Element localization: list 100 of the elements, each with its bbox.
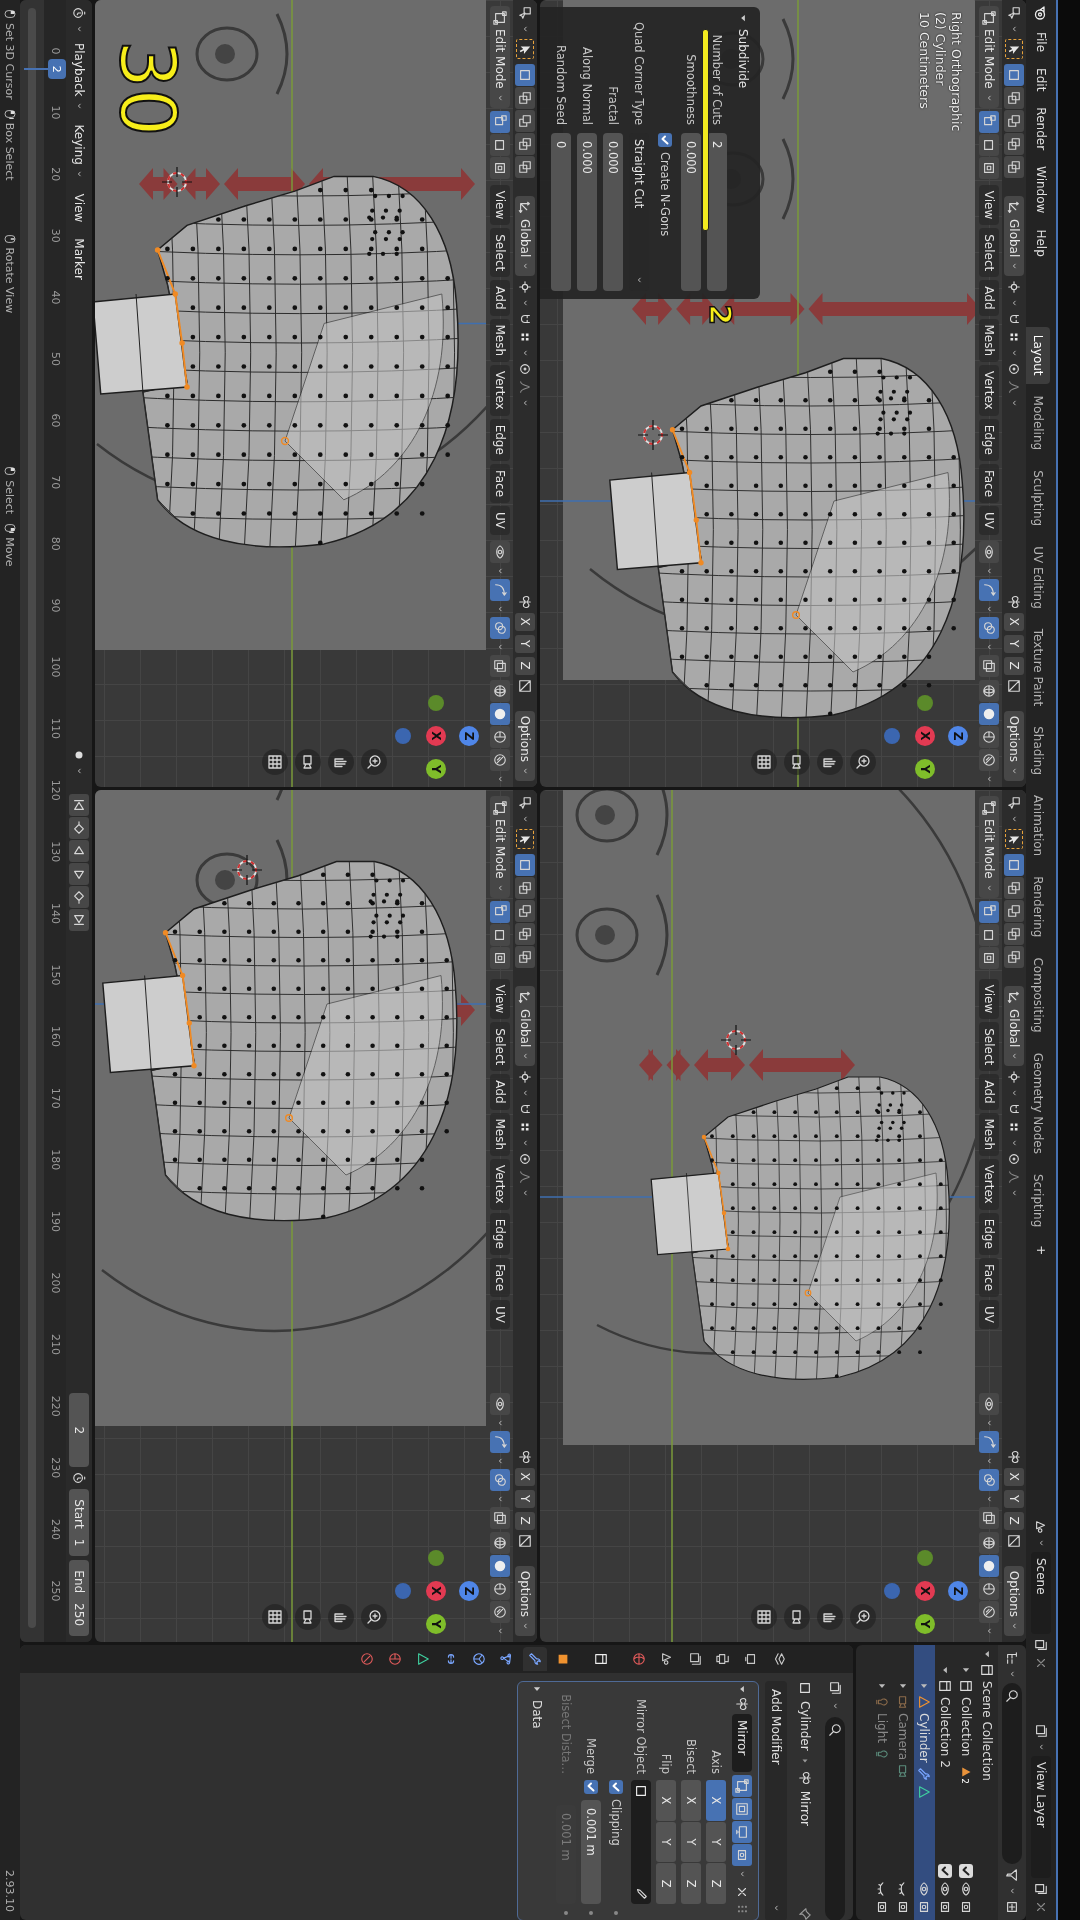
header-menu[interactable]: View xyxy=(979,978,999,1020)
header-menu[interactable]: Edge xyxy=(490,418,510,461)
number-field[interactable]: 0.001 m xyxy=(581,1800,601,1904)
mirror-axis-button[interactable]: Y xyxy=(515,634,535,653)
header-menu[interactable]: Vertex xyxy=(490,365,510,416)
axis-toggle-button[interactable]: Y xyxy=(706,1821,726,1863)
header-menu[interactable]: Vertex xyxy=(979,1159,999,1210)
mirror-axis-button[interactable]: Z xyxy=(515,656,535,675)
menu-item[interactable]: Window xyxy=(1034,160,1048,220)
workspace-tab[interactable]: Shading xyxy=(1026,718,1050,783)
menu-item[interactable]: Help xyxy=(1034,223,1048,263)
workspace-tab[interactable]: Texture Paint xyxy=(1026,620,1050,715)
header-menu[interactable]: UV xyxy=(490,506,510,535)
mirror-axis-button[interactable]: Y xyxy=(1004,634,1024,653)
menu-item[interactable]: Edit xyxy=(1034,62,1048,98)
header-menu[interactable]: Mesh xyxy=(979,1112,999,1157)
outliner-row[interactable]: Cylinder xyxy=(914,1645,935,1920)
add-workspace-button[interactable]: + xyxy=(1034,1239,1048,1262)
timeline-dropdown[interactable]: Playback xyxy=(69,38,89,116)
header-menu[interactable]: View xyxy=(490,978,510,1020)
header-menu[interactable]: Select xyxy=(979,1022,999,1072)
header-menu[interactable]: Add xyxy=(490,1074,510,1110)
number-field[interactable]: 0.000 xyxy=(681,133,702,291)
number-field[interactable]: 0.000 xyxy=(577,133,598,291)
header-menu[interactable]: Add xyxy=(979,1074,999,1110)
axis-toggle-button[interactable]: X xyxy=(706,1780,726,1821)
header-menu[interactable]: UV xyxy=(979,506,999,535)
menu-item[interactable]: File xyxy=(1034,26,1048,59)
gizmo-axis-handle[interactable]: Y xyxy=(915,759,935,779)
mode-dropdown[interactable]: Edit Mode xyxy=(979,796,999,898)
header-menu[interactable]: UV xyxy=(490,1300,510,1329)
mode-dropdown[interactable]: Edit Mode xyxy=(490,6,510,108)
start-frame-field[interactable]: Start 1 xyxy=(69,1489,89,1557)
scene-field[interactable]: Scene xyxy=(1031,1552,1051,1634)
mirror-axis-button[interactable]: Z xyxy=(1004,1511,1024,1530)
options-dropdown[interactable]: Options xyxy=(515,1565,535,1636)
header-menu[interactable]: Edge xyxy=(979,418,999,461)
modifier-name-field[interactable]: Mirror xyxy=(732,1714,752,1772)
mirror-axis-button[interactable]: X xyxy=(1004,612,1024,631)
header-menu[interactable]: Select xyxy=(490,1022,510,1072)
gizmo-axis-handle[interactable]: X xyxy=(426,726,446,746)
number-field[interactable]: 0.000 xyxy=(603,133,624,291)
outliner-row[interactable]: Camera xyxy=(893,1645,914,1920)
mirror-axis-button[interactable]: Z xyxy=(1004,656,1024,675)
gizmo-axis-handle[interactable]: X xyxy=(915,1581,935,1601)
header-menu[interactable]: Edge xyxy=(979,1212,999,1255)
outliner-row[interactable]: Collection 2 xyxy=(956,1645,977,1920)
gizmo-axis-handle[interactable]: Z xyxy=(948,726,968,746)
mirror-axis-button[interactable]: Y xyxy=(1004,1489,1024,1508)
options-dropdown[interactable]: Options xyxy=(515,710,535,781)
axis-toggle-button[interactable]: Z xyxy=(681,1863,701,1904)
transform-orientation-dropdown[interactable]: Global xyxy=(1004,196,1024,277)
workspace-tab[interactable]: Scripting xyxy=(1026,1165,1050,1236)
outliner-row[interactable]: Scene Collection xyxy=(977,1645,998,1920)
outliner-row[interactable]: Light xyxy=(872,1645,893,1920)
transform-orientation-dropdown[interactable]: Global xyxy=(515,196,535,277)
header-menu[interactable]: Mesh xyxy=(490,318,510,363)
timeline-dropdown[interactable]: Keying xyxy=(69,119,89,184)
add-modifier-dropdown[interactable]: Add Modifier xyxy=(765,1681,787,1920)
header-menu[interactable]: Face xyxy=(490,463,510,503)
end-frame-field[interactable]: End 250 xyxy=(69,1560,89,1636)
workspace-tab[interactable]: Modeling xyxy=(1026,387,1050,459)
subpanel-title[interactable]: Data xyxy=(530,1700,544,1729)
workspace-tab[interactable]: Layout xyxy=(1026,326,1050,384)
gizmo-axis-handle[interactable]: Y xyxy=(915,1614,935,1634)
workspace-tab[interactable]: Animation xyxy=(1026,787,1050,865)
axis-toggle-button[interactable]: Y xyxy=(656,1821,676,1863)
workspace-tab[interactable]: UV Editing xyxy=(1026,538,1050,617)
gizmo-axis-handle[interactable]: Z xyxy=(459,1581,479,1601)
mode-dropdown[interactable]: Edit Mode xyxy=(979,6,999,108)
axis-toggle-button[interactable]: Z xyxy=(656,1863,676,1904)
axis-toggle-button[interactable]: Y xyxy=(681,1821,701,1863)
axis-toggle-button[interactable]: Z xyxy=(706,1863,726,1904)
mirror-axis-button[interactable]: X xyxy=(515,612,535,631)
mirror-axis-button[interactable]: X xyxy=(515,1467,535,1486)
header-menu[interactable]: Select xyxy=(490,228,510,278)
options-dropdown[interactable]: Options xyxy=(1004,710,1024,781)
header-menu[interactable]: View xyxy=(490,184,510,226)
header-menu[interactable]: Add xyxy=(979,280,999,316)
mirror-axis-button[interactable]: Z xyxy=(515,1511,535,1530)
header-menu[interactable]: Mesh xyxy=(490,1112,510,1157)
mode-dropdown[interactable]: Edit Mode xyxy=(490,796,510,898)
workspace-tab[interactable]: Compositing xyxy=(1026,949,1050,1041)
gizmo-axis-handle[interactable]: Z xyxy=(948,1581,968,1601)
options-dropdown[interactable]: Options xyxy=(1004,1565,1024,1636)
header-menu[interactable]: Edge xyxy=(490,1212,510,1255)
axis-toggle-button[interactable]: X xyxy=(656,1780,676,1821)
number-field[interactable]: 2 xyxy=(707,133,728,291)
gizmo-axis-handle[interactable]: X xyxy=(426,1581,446,1601)
menu-item[interactable]: Render xyxy=(1034,101,1048,157)
workspace-tab[interactable]: Sculpting xyxy=(1026,462,1050,535)
header-menu[interactable]: Face xyxy=(979,1257,999,1297)
header-menu[interactable]: Mesh xyxy=(979,318,999,363)
gizmo-axis-handle[interactable]: Z xyxy=(459,726,479,746)
number-field[interactable]: 0 xyxy=(551,133,572,291)
transform-orientation-dropdown[interactable]: Global xyxy=(1004,986,1024,1067)
workspace-tab[interactable]: Geometry Nodes xyxy=(1026,1044,1050,1162)
mirror-axis-button[interactable]: X xyxy=(1004,1467,1024,1486)
header-menu[interactable]: UV xyxy=(979,1300,999,1329)
workspace-tab[interactable]: Rendering xyxy=(1026,868,1050,946)
